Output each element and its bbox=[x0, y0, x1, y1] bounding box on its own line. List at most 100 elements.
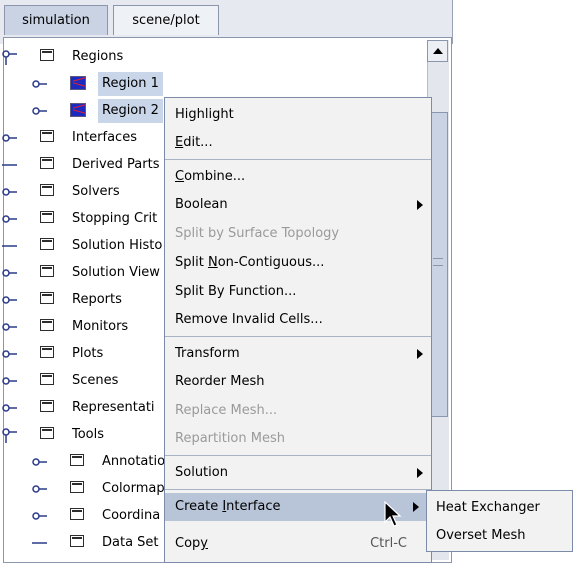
menu-item-label: nterface bbox=[226, 499, 281, 514]
folder-icon bbox=[70, 535, 84, 547]
tree-node[interactable]: Region 1 bbox=[0, 72, 425, 96]
scroll-up-arrow-icon[interactable] bbox=[427, 40, 448, 62]
menu-item-reorder-mesh[interactable]: Reorder Mesh bbox=[165, 368, 431, 396]
menu-item-label: Highlight bbox=[175, 107, 234, 122]
mnemonic: E bbox=[175, 135, 184, 150]
menu-item-split-non-contiguous[interactable]: Split Non-Contiguous... bbox=[165, 249, 431, 277]
tree-node-label: Region 1 bbox=[98, 72, 163, 96]
folder-icon bbox=[40, 265, 54, 277]
tree-node-label: Solvers bbox=[72, 184, 120, 199]
collapsed-handle-icon[interactable] bbox=[0, 345, 18, 363]
collapsed-handle-icon[interactable] bbox=[0, 372, 18, 390]
menu-item-label: Split By Function... bbox=[175, 284, 297, 299]
folder-icon bbox=[40, 238, 54, 250]
collapsed-handle-icon[interactable] bbox=[30, 507, 48, 525]
menu-separator bbox=[165, 455, 431, 456]
menu-item-remove-invalid-cells[interactable]: Remove Invalid Cells... bbox=[165, 306, 431, 334]
submenu-item-heat-exchanger[interactable]: Heat Exchanger bbox=[427, 494, 572, 522]
folder-icon bbox=[40, 373, 54, 385]
folder-icon bbox=[40, 292, 54, 304]
folder-icon bbox=[70, 508, 84, 520]
tree-node-label: Stopping Crit bbox=[72, 211, 158, 226]
submenu-item-overset-mesh[interactable]: Overset Mesh bbox=[427, 522, 572, 550]
collapsed-handle-icon[interactable] bbox=[0, 183, 18, 201]
shortcut-label: Ctrl-C bbox=[370, 536, 407, 551]
tree-node-label: Plots bbox=[72, 346, 104, 361]
menu-item-label: Create bbox=[175, 499, 223, 514]
menu-item-boolean[interactable]: Boolean bbox=[165, 191, 431, 219]
tree-node-label: Region 2 bbox=[98, 99, 163, 123]
menu-item-label: dit... bbox=[183, 135, 213, 150]
submenu-arrow-icon bbox=[417, 200, 423, 210]
collapsed-handle-icon[interactable] bbox=[30, 75, 48, 93]
collapsed-handle-icon[interactable] bbox=[0, 291, 18, 309]
menu-item-label: on-Contiguous... bbox=[217, 255, 325, 270]
menu-item-highlight[interactable]: Highlight bbox=[165, 101, 431, 129]
expanded-handle-icon[interactable] bbox=[0, 48, 18, 66]
collapsed-handle-icon[interactable] bbox=[0, 264, 18, 282]
menu-item-copy[interactable]: Copy Ctrl-C bbox=[165, 530, 431, 558]
folder-icon bbox=[40, 319, 54, 331]
mouse-pointer-icon bbox=[384, 500, 402, 527]
menu-item-label: Transform bbox=[175, 346, 240, 361]
tree-node-label: Regions bbox=[72, 49, 124, 64]
leaf-connector-icon bbox=[2, 164, 17, 166]
tab-scene-plot[interactable]: scene/plot bbox=[113, 5, 219, 35]
menu-separator bbox=[165, 159, 431, 160]
region-icon bbox=[70, 76, 86, 90]
tree-node-label: Derived Parts bbox=[72, 157, 160, 172]
menu-item-combine[interactable]: Combine... bbox=[165, 163, 431, 191]
menu-separator bbox=[165, 336, 431, 337]
collapsed-handle-icon[interactable] bbox=[0, 210, 18, 228]
tree-node-label: Data Set bbox=[102, 535, 159, 550]
menu-item-solution[interactable]: Solution bbox=[165, 459, 431, 487]
tree-node-label: Colormap bbox=[102, 481, 165, 496]
menu-item-label: Cop bbox=[175, 536, 201, 551]
menu-item-repartition-mesh: Repartition Mesh bbox=[165, 425, 431, 453]
menu-item-label: ombine... bbox=[184, 169, 246, 184]
tree-node-label: Solution Histo bbox=[72, 238, 163, 253]
tree-node-label: Monitors bbox=[72, 319, 129, 334]
tree-node-label: Solution View bbox=[72, 265, 160, 280]
folder-icon bbox=[40, 427, 54, 439]
leaf-connector-icon bbox=[2, 245, 17, 247]
menu-item-label: Reorder Mesh bbox=[175, 374, 265, 389]
collapsed-handle-icon[interactable] bbox=[0, 399, 18, 417]
folder-icon bbox=[40, 157, 54, 169]
folder-icon bbox=[40, 400, 54, 412]
collapsed-handle-icon[interactable] bbox=[30, 453, 48, 471]
menu-item-split-by-surface-topology: Split by Surface Topology bbox=[165, 220, 431, 248]
folder-icon bbox=[40, 49, 54, 61]
tree-node-label: Interfaces bbox=[72, 130, 137, 145]
folder-icon bbox=[70, 454, 84, 466]
tree-node-label: Scenes bbox=[72, 373, 119, 388]
folder-icon bbox=[40, 184, 54, 196]
mnemonic: C bbox=[175, 169, 185, 184]
submenu-arrow-icon bbox=[417, 468, 423, 478]
menu-separator bbox=[165, 489, 431, 490]
tree-node[interactable]: Regions bbox=[0, 45, 425, 69]
collapsed-handle-icon[interactable] bbox=[0, 129, 18, 147]
menu-item-replace-mesh: Replace Mesh... bbox=[165, 397, 431, 425]
tab-simulation[interactable]: simulation bbox=[4, 5, 108, 35]
collapsed-handle-icon[interactable] bbox=[30, 102, 48, 120]
expanded-handle-icon[interactable] bbox=[0, 426, 18, 444]
submenu-arrow-icon bbox=[413, 502, 419, 512]
menu-item-edit[interactable]: Edit... bbox=[165, 129, 431, 157]
tree-node-label: Tools bbox=[72, 427, 105, 442]
submenu-arrow-icon bbox=[417, 349, 423, 359]
region-icon bbox=[70, 103, 86, 117]
folder-icon bbox=[70, 481, 84, 493]
menu-item-label: Solution bbox=[175, 465, 228, 480]
folder-icon bbox=[40, 346, 54, 358]
menu-item-label: Boolean bbox=[175, 197, 228, 212]
scrollbar-grip-icon bbox=[433, 258, 443, 266]
collapsed-handle-icon[interactable] bbox=[0, 318, 18, 336]
mnemonic: y bbox=[200, 536, 208, 551]
menu-item-label: Split bbox=[175, 255, 208, 270]
menu-item-transform[interactable]: Transform bbox=[165, 340, 431, 368]
collapsed-handle-icon[interactable] bbox=[30, 480, 48, 498]
menu-item-split-by-function[interactable]: Split By Function... bbox=[165, 278, 431, 306]
menu-item-label: Remove Invalid Cells... bbox=[175, 312, 323, 327]
menu-item-label: Replace Mesh... bbox=[175, 403, 278, 418]
